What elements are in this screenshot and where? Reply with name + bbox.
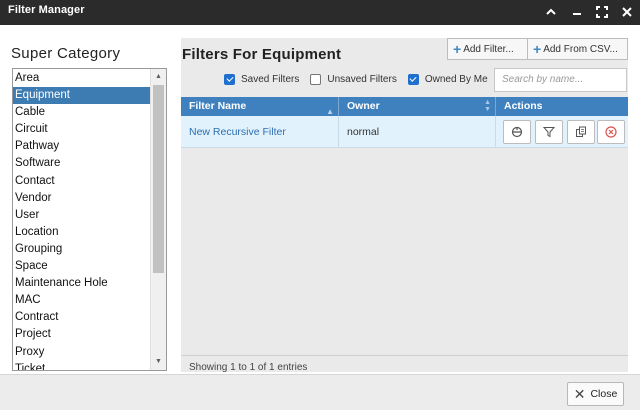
copy-button[interactable]: [567, 120, 595, 144]
category-item-ticket[interactable]: Ticket: [13, 361, 150, 370]
header-owner[interactable]: Owner ▲ ▼: [339, 97, 496, 116]
super-category-list[interactable]: Area Equipment Cable Circuit Pathway Software…: [12, 68, 167, 371]
close-x-icon: ✕: [573, 386, 586, 402]
filters-heading: Filters For Equipment: [182, 46, 342, 63]
header-filter-name[interactable]: Filter Name ▲: [181, 97, 339, 116]
table-row[interactable]: New Recursive Filter normal: [181, 116, 628, 148]
unsaved-filters-checkbox[interactable]: [310, 73, 322, 85]
search-input[interactable]: Search by name...: [494, 68, 627, 92]
category-item-grouping[interactable]: Grouping: [13, 241, 150, 258]
add-filter-button[interactable]: + Add Filter...: [447, 38, 528, 60]
category-items: Area Equipment Cable Circuit Pathway Software…: [13, 70, 150, 370]
saved-filters-checkbox[interactable]: [224, 73, 235, 85]
category-item-cable[interactable]: Cable: [13, 104, 150, 121]
minimize-icon[interactable]: [569, 3, 585, 21]
scroll-up-icon[interactable]: ▲: [151, 70, 166, 84]
category-item-circuit[interactable]: Circuit: [13, 121, 150, 138]
category-item-vendor[interactable]: Vendor: [13, 190, 150, 207]
hierarchy-icon: [511, 126, 523, 138]
category-item-proxy[interactable]: Proxy: [13, 344, 150, 361]
add-filter-label: Add Filter...: [463, 43, 514, 55]
list-scrollbar[interactable]: ▲ ▼: [150, 69, 166, 370]
header-actions-label: Actions: [504, 100, 543, 112]
category-item-maintenance-hole[interactable]: Maintenance Hole: [13, 275, 150, 292]
filter-icon: [543, 127, 555, 138]
category-item-area[interactable]: Area: [13, 70, 150, 87]
category-item-contact[interactable]: Contact: [13, 173, 150, 190]
category-item-software[interactable]: Software: [13, 155, 150, 172]
add-from-csv-button[interactable]: + Add From CSV...: [527, 38, 628, 60]
window-title: Filter Manager: [8, 4, 85, 16]
category-item-location[interactable]: Location: [13, 224, 150, 241]
category-item-mac[interactable]: MAC: [13, 292, 150, 309]
category-item-space[interactable]: Space: [13, 258, 150, 275]
chevron-up-icon[interactable]: [543, 3, 559, 21]
copy-icon: [576, 126, 586, 137]
scroll-down-icon[interactable]: ▼: [151, 355, 166, 369]
dialog-footer: ✕ Close: [0, 374, 640, 410]
super-category-panel: Super Category Area Equipment Cable Circuit…: [11, 45, 167, 371]
close-label: Close: [590, 388, 618, 400]
filters-panel: Filters For Equipment + Add Filter... + …: [181, 38, 628, 372]
delete-icon: [605, 126, 617, 138]
unsaved-filters-option[interactable]: Unsaved Filters: [310, 73, 397, 85]
owned-by-me-checkbox[interactable]: [407, 73, 419, 85]
maximize-icon[interactable]: [594, 3, 610, 21]
close-icon[interactable]: [619, 3, 635, 21]
scrollbar-thumb[interactable]: [153, 85, 164, 273]
title-bar: Filter Manager: [0, 0, 640, 25]
filter-button[interactable]: [535, 120, 563, 144]
header-owner-label: Owner: [347, 100, 380, 112]
table-header: Filter Name ▲ Owner ▲ ▼ Actions: [181, 97, 628, 116]
super-category-heading: Super Category: [11, 45, 121, 62]
filter-name-cell[interactable]: New Recursive Filter: [181, 116, 339, 148]
owned-by-me-label: Owned By Me: [424, 73, 488, 85]
category-item-pathway[interactable]: Pathway: [13, 138, 150, 155]
table-info: Showing 1 to 1 of 1 entries: [181, 355, 628, 372]
category-item-contract[interactable]: Contract: [13, 309, 150, 326]
close-button[interactable]: ✕ Close: [567, 382, 624, 406]
add-from-csv-label: Add From CSV...: [543, 43, 618, 55]
hierarchy-button[interactable]: [503, 120, 531, 144]
filters-table: Filter Name ▲ Owner ▲ ▼ Actions New Recur…: [181, 97, 628, 148]
owned-by-me-option[interactable]: Owned By Me: [407, 73, 488, 85]
saved-filters-label: Saved Filters: [241, 73, 300, 85]
category-item-equipment[interactable]: Equipment: [13, 87, 150, 105]
header-filter-name-label: Filter Name: [189, 100, 247, 112]
category-item-user[interactable]: User: [13, 207, 150, 224]
filter-options: Saved Filters Unsaved Filters Owned By M…: [224, 71, 488, 87]
sort-both-icon: ▲ ▼: [484, 99, 491, 113]
owner-cell: normal: [339, 116, 496, 148]
delete-button[interactable]: [597, 120, 625, 144]
saved-filters-option[interactable]: Saved Filters: [224, 73, 300, 85]
plus-icon: +: [453, 41, 462, 57]
category-item-project[interactable]: Project: [13, 326, 150, 343]
plus-icon: +: [533, 41, 542, 57]
unsaved-filters-label: Unsaved Filters: [327, 73, 397, 85]
header-actions: Actions: [496, 97, 628, 116]
